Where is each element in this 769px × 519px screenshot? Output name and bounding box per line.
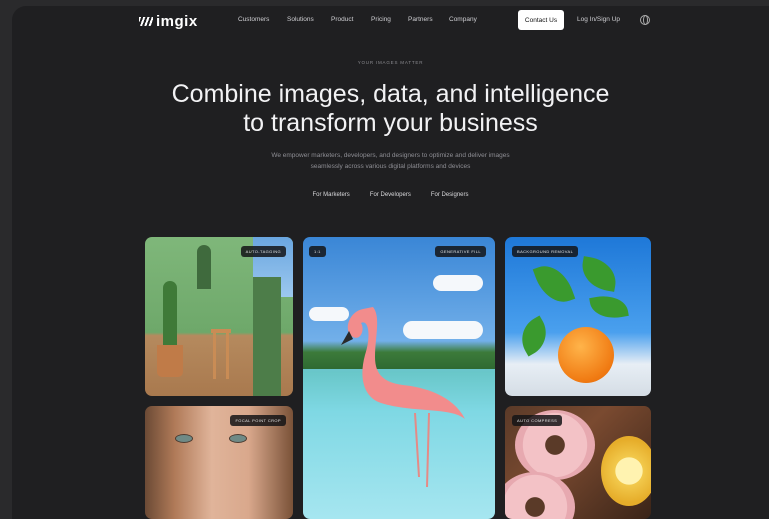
hero-eyebrow: YOUR IMAGES MATTER: [357, 60, 424, 65]
leaf: [513, 315, 555, 357]
leaf: [589, 292, 629, 322]
audience-links: For Marketers For Developers For Designe…: [12, 192, 769, 198]
auto-compress-card[interactable]: AUTO COMPRESS: [505, 406, 651, 519]
for-designers-link[interactable]: For Designers: [431, 192, 469, 198]
hero-headline: Combine images, data, and intelligence t…: [12, 80, 769, 138]
nav-link-product[interactable]: Product: [331, 16, 371, 23]
top-nav: imgix Customers Solutions Product Pricin…: [12, 6, 769, 36]
imgix-logo[interactable]: imgix: [139, 13, 198, 30]
nav-link-pricing[interactable]: Pricing: [371, 16, 408, 23]
aspect-ratio-tag: 1:1: [309, 246, 326, 257]
auto-tagging-tag: AUTO-TAGGING: [240, 246, 286, 257]
logo-mark-icon: [139, 17, 153, 26]
globe-icon[interactable]: [640, 15, 650, 25]
headline-line-2: to transform your business: [243, 109, 538, 137]
login-signup-link[interactable]: Log In/Sign Up: [577, 16, 620, 23]
headline-line-1: Combine images, data, and intelligence: [171, 80, 610, 108]
subtext-line-2: seamlessly across various digital platfo…: [310, 163, 471, 170]
arched-window: [197, 245, 211, 289]
lemon-slice: [601, 436, 651, 506]
cactus: [163, 281, 177, 347]
nav-link-company[interactable]: Company: [449, 16, 489, 23]
for-developers-link[interactable]: For Developers: [370, 192, 411, 198]
donut: [505, 472, 575, 519]
left-eye: [175, 434, 193, 443]
orange: [558, 327, 614, 383]
contact-us-button[interactable]: Contact Us: [518, 10, 564, 30]
flamingo: [341, 307, 465, 488]
wooden-stool: [211, 329, 231, 379]
auto-compress-tag: AUTO COMPRESS: [512, 415, 563, 426]
background-removal-tag: BACKGROUND REMOVAL: [512, 246, 579, 257]
nav-link-customers[interactable]: Customers: [238, 16, 287, 23]
nav-link-solutions[interactable]: Solutions: [287, 16, 331, 23]
focal-point-crop-card[interactable]: FOCAL POINT CROP: [145, 406, 293, 519]
right-eye: [229, 434, 247, 443]
nav-links: Customers Solutions Product Pricing Part…: [238, 16, 489, 23]
plant-pot: [157, 345, 183, 377]
hero-subtext: We empower marketers, developers, and de…: [242, 150, 539, 172]
nav-link-partners[interactable]: Partners: [408, 16, 449, 23]
auto-tagging-card[interactable]: AUTO-TAGGING: [145, 237, 293, 396]
subtext-line-1: We empower marketers, developers, and de…: [271, 152, 510, 159]
generative-fill-card[interactable]: 1:1 GENERATIVE FILL: [303, 237, 495, 519]
generative-fill-tag: GENERATIVE FILL: [435, 246, 486, 257]
leaf: [578, 256, 620, 292]
for-marketers-link[interactable]: For Marketers: [312, 192, 349, 198]
focal-point-crop-tag: FOCAL POINT CROP: [230, 415, 286, 426]
leaf: [532, 259, 576, 309]
browser-frame: imgix Customers Solutions Product Pricin…: [12, 6, 769, 519]
doorway: [253, 277, 281, 396]
background-removal-card[interactable]: BACKGROUND REMOVAL: [505, 237, 651, 396]
logo-text: imgix: [156, 13, 198, 30]
